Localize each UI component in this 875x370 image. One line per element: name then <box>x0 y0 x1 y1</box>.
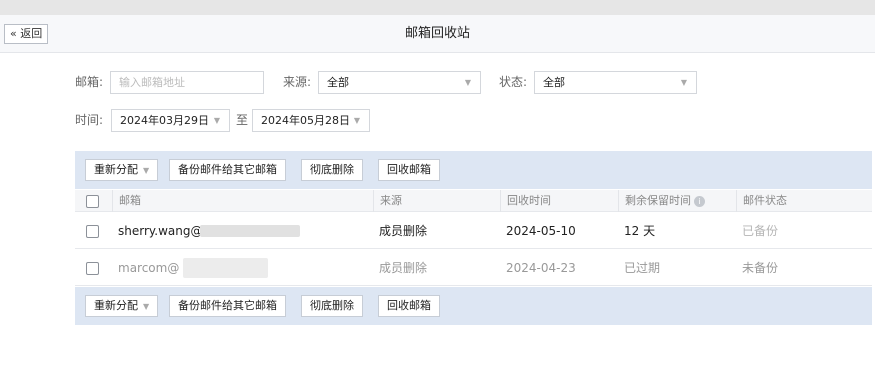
recover-mailbox-button[interactable]: 回收邮箱 <box>378 295 440 317</box>
status-label: 状态: <box>499 75 528 89</box>
row-checkbox[interactable] <box>86 262 99 275</box>
date-separator: 至 <box>236 113 249 127</box>
recover-mailbox-button[interactable]: 回收邮箱 <box>378 159 440 181</box>
toolbar-top: 重新分配 ▼ 备份邮件给其它邮箱 彻底删除 回收邮箱 <box>75 151 872 189</box>
row-source: 成员删除 <box>379 261 428 275</box>
status-select[interactable]: 全部 ▼ <box>534 71 697 94</box>
source-label: 来源: <box>283 75 312 89</box>
caret-down-icon: ▼ <box>464 78 471 87</box>
date-to-value: 2024年05月28日 <box>261 114 350 127</box>
mailbox-label: 邮箱: <box>75 75 104 89</box>
remaining-header-label: 剩余保留时间 <box>625 194 691 207</box>
backup-button[interactable]: 备份邮件给其它邮箱 <box>169 295 286 317</box>
table-row[interactable]: marcom@ 成员删除 2024-04-23 已过期 未备份 <box>75 250 872 286</box>
info-icon[interactable]: i <box>694 195 705 207</box>
column-header-status: 邮件状态 <box>736 190 787 212</box>
date-from-value: 2024年03月29日 <box>120 114 209 127</box>
reassign-button[interactable]: 重新分配 ▼ <box>85 159 159 181</box>
page-header: « 返回 邮箱回收站 <box>0 15 875 53</box>
caret-down-icon: ▼ <box>353 116 360 125</box>
reassign-label: 重新分配 <box>94 299 138 312</box>
source-select-value: 全部 <box>327 76 349 89</box>
row-mail-status: 未备份 <box>742 261 779 275</box>
redacted-email-domain <box>183 258 268 278</box>
date-to-select[interactable]: 2024年05月28日 ▼ <box>252 109 370 132</box>
table-row[interactable]: sherry.wang@ 成员删除 2024-05-10 12 天 已备份 <box>75 213 872 249</box>
row-source: 成员删除 <box>379 224 428 238</box>
backup-button[interactable]: 备份邮件给其它邮箱 <box>169 159 286 181</box>
mailbox-search-input[interactable]: 输入邮箱地址 <box>110 71 264 94</box>
caret-down-icon: ▼ <box>143 166 150 175</box>
reassign-button[interactable]: 重新分配 ▼ <box>85 295 159 317</box>
status-select-value: 全部 <box>543 76 565 89</box>
reassign-label: 重新分配 <box>94 163 138 176</box>
row-remaining: 12 天 <box>624 224 656 238</box>
toolbar-bottom: 重新分配 ▼ 备份邮件给其它邮箱 彻底删除 回收邮箱 <box>75 287 872 325</box>
caret-down-icon: ▼ <box>143 302 150 311</box>
row-mail-status: 已备份 <box>742 224 779 238</box>
row-email: marcom@ <box>118 261 180 275</box>
time-label: 时间: <box>75 113 104 127</box>
row-email: sherry.wang@ <box>118 224 203 238</box>
caret-down-icon: ▼ <box>680 78 687 87</box>
redacted-email-domain <box>200 225 300 237</box>
window-top-strip <box>0 0 875 15</box>
select-all-checkbox[interactable] <box>86 195 99 208</box>
column-header-source: 来源 <box>373 190 402 212</box>
column-header-email: 邮箱 <box>112 190 141 212</box>
row-checkbox[interactable] <box>86 225 99 238</box>
source-select[interactable]: 全部 ▼ <box>318 71 481 94</box>
delete-permanently-button[interactable]: 彻底删除 <box>301 159 363 181</box>
delete-permanently-button[interactable]: 彻底删除 <box>301 295 363 317</box>
row-remaining: 已过期 <box>624 261 661 275</box>
table-header: 邮箱 来源 回收时间 剩余保留时间 i 邮件状态 <box>75 190 872 212</box>
row-recycle-time: 2024-05-10 <box>506 224 576 238</box>
date-from-select[interactable]: 2024年03月29日 ▼ <box>111 109 230 132</box>
row-recycle-time: 2024-04-23 <box>506 261 576 275</box>
column-header-time: 回收时间 <box>500 190 551 212</box>
page-title: 邮箱回收站 <box>404 26 470 41</box>
column-header-remaining: 剩余保留时间 i <box>618 190 705 212</box>
caret-down-icon: ▼ <box>213 116 220 125</box>
